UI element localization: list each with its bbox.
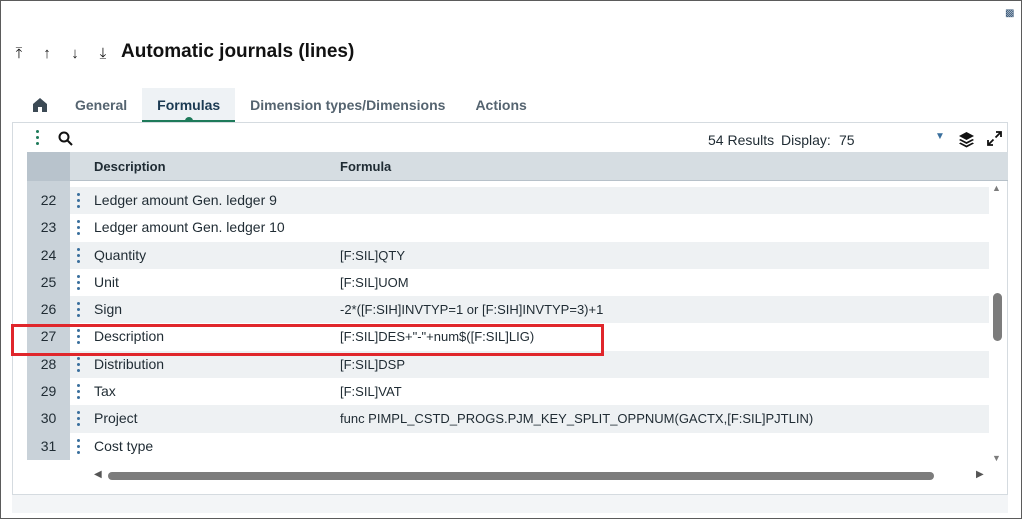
row-menu-icon[interactable]	[75, 328, 83, 345]
tab-actions[interactable]: Actions	[460, 88, 541, 122]
row-number: 25	[27, 268, 70, 297]
next-record-icon[interactable]: ↓	[68, 44, 82, 64]
row-menu-icon[interactable]	[75, 383, 83, 400]
scroll-down-icon[interactable]: ▼	[992, 453, 1001, 463]
tab-bar: General Formulas Dimension types/Dimensi…	[20, 88, 542, 125]
cell-description[interactable]: Distribution	[94, 351, 164, 378]
row-number: 30	[27, 405, 70, 433]
tab-general[interactable]: General	[60, 88, 142, 122]
cell-formula[interactable]: [F:SIL]DES+"-"+num$([F:SIL]LIG)	[340, 323, 534, 350]
cell-formula[interactable]: [F:SIL]QTY	[340, 242, 405, 269]
row-menu-icon[interactable]	[75, 301, 83, 318]
cell-description[interactable]: Unit	[94, 269, 119, 296]
row-menu-icon[interactable]	[75, 247, 83, 264]
table-row[interactable]: 25 Unit [F:SIL]UOM	[27, 268, 989, 297]
vertical-scroll-thumb[interactable]	[993, 293, 1002, 341]
display-select[interactable]: 75	[839, 132, 855, 148]
grid-menu-icon[interactable]	[34, 129, 44, 147]
table-row[interactable]: 28 Distribution [F:SIL]DSP	[27, 350, 989, 379]
table-row[interactable]: 31 Cost type	[27, 432, 989, 460]
row-number-header	[27, 152, 70, 181]
page-title: Automatic journals (lines)	[121, 41, 355, 62]
results-count: 54 Results	[708, 132, 775, 148]
cell-description[interactable]: Ledger amount Gen. ledger 9	[94, 187, 277, 214]
last-record-icon[interactable]: ⤓	[96, 44, 110, 64]
search-icon[interactable]	[58, 131, 73, 146]
cell-description[interactable]: Project	[94, 405, 138, 432]
grid-rows: 22 Ledger amount Gen. ledger 9 23 Ledger…	[27, 181, 989, 460]
window-restore-icon[interactable]: ▩	[1005, 8, 1014, 19]
vertical-scrollbar[interactable]: ▲ ▼	[989, 181, 1005, 465]
chevron-down-icon[interactable]: ▼	[935, 131, 945, 142]
display-label: Display:	[781, 132, 831, 148]
scroll-right-icon[interactable]: ▶	[976, 469, 984, 480]
table-row[interactable]: 22 Ledger amount Gen. ledger 9	[27, 187, 989, 215]
tab-formulas[interactable]: Formulas	[142, 88, 236, 125]
table-row[interactable]: 24 Quantity [F:SIL]QTY	[27, 241, 989, 269]
row-number: 29	[27, 378, 70, 406]
table-row[interactable]: 26 Sign -2*([F:SIH]INVTYP=1 or [F:SIH]IN…	[27, 296, 989, 324]
row-menu-icon[interactable]	[75, 438, 83, 455]
tab-formulas-label: Formulas	[157, 97, 221, 113]
row-menu-icon[interactable]	[75, 192, 83, 209]
table-row[interactable]: 30 Project func PIMPL_CSTD_PROGS.PJM_KEY…	[27, 405, 989, 433]
row-number: 22	[27, 187, 70, 215]
row-number: 27	[27, 323, 70, 351]
panel-footer	[12, 495, 1008, 513]
row-menu-icon[interactable]	[75, 410, 83, 427]
table-row[interactable]: 23 Ledger amount Gen. ledger 10	[27, 214, 989, 242]
cell-formula[interactable]: -2*([F:SIH]INVTYP=1 or [F:SIH]INVTYP=3)+…	[340, 296, 603, 323]
record-navigation: ⤒ ↑ ↓ ⤓	[12, 44, 110, 64]
row-menu-icon[interactable]	[75, 356, 83, 373]
cell-description[interactable]: Quantity	[94, 242, 146, 269]
home-icon	[33, 98, 47, 112]
cell-description[interactable]: Sign	[94, 296, 122, 323]
grid-header: Description Formula	[27, 152, 1008, 181]
scroll-up-icon[interactable]: ▲	[992, 183, 1001, 193]
expand-icon[interactable]	[987, 131, 1002, 146]
table-row[interactable]: 27 Description [F:SIL]DES+"-"+num$([F:SI…	[27, 323, 989, 351]
cell-formula[interactable]: [F:SIL]UOM	[340, 269, 409, 296]
formulas-grid: Description Formula 22 Ledger amount Gen…	[27, 152, 1008, 484]
row-menu-icon[interactable]	[75, 274, 83, 291]
column-header-formula[interactable]: Formula	[340, 152, 391, 181]
cell-formula[interactable]: [F:SIL]VAT	[340, 378, 402, 405]
row-number: 31	[27, 432, 70, 460]
table-row[interactable]: 29 Tax [F:SIL]VAT	[27, 378, 989, 406]
layers-icon[interactable]	[958, 131, 975, 148]
cell-description[interactable]: Ledger amount Gen. ledger 10	[94, 214, 285, 241]
cell-description[interactable]: Description	[94, 323, 164, 350]
cell-formula[interactable]: [F:SIL]DSP	[340, 351, 405, 378]
cell-description[interactable]: Cost type	[94, 433, 153, 460]
row-number: 24	[27, 241, 70, 269]
cell-description[interactable]: Tax	[94, 378, 116, 405]
column-header-description[interactable]: Description	[94, 152, 166, 181]
row-number: 28	[27, 350, 70, 379]
grid-toolbar	[34, 129, 73, 147]
row-number: 26	[27, 296, 70, 324]
row-number: 23	[27, 214, 70, 242]
row-menu-icon[interactable]	[75, 219, 83, 236]
horizontal-scroll-thumb[interactable]	[108, 472, 934, 480]
scroll-left-icon[interactable]: ◀	[94, 469, 102, 480]
tab-home[interactable]	[20, 88, 60, 122]
tab-dimension-types[interactable]: Dimension types/Dimensions	[235, 88, 460, 122]
first-record-icon[interactable]: ⤒	[12, 44, 26, 64]
previous-record-icon[interactable]: ↑	[40, 44, 54, 64]
horizontal-scrollbar[interactable]: ◀ ▶	[92, 468, 988, 484]
cell-formula[interactable]: func PIMPL_CSTD_PROGS.PJM_KEY_SPLIT_OPPN…	[340, 405, 813, 432]
